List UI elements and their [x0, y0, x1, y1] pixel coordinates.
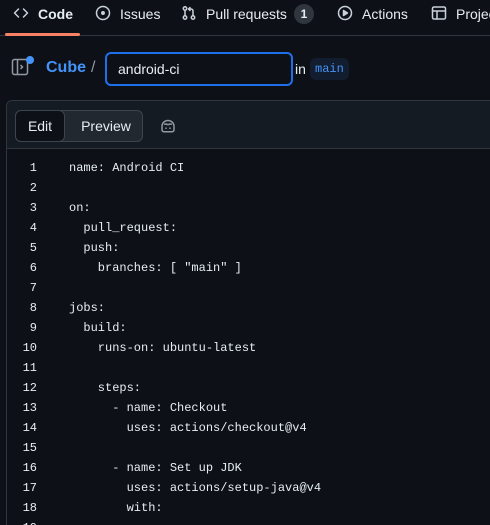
preview-tab-button[interactable]: Preview — [68, 111, 144, 141]
file-path-bar: Cube / in main — [0, 50, 490, 88]
line-text: runs-on: ubuntu-latest — [69, 341, 257, 355]
git-pull-request-icon — [181, 5, 197, 24]
tab-code-label: Code — [38, 6, 73, 22]
line-number: 14 — [22, 421, 37, 435]
code-line: 11 — [7, 358, 490, 378]
tab-actions[interactable]: Actions — [337, 0, 408, 28]
line-text: with: — [69, 501, 163, 515]
table-icon — [431, 5, 447, 24]
branch-badge: main — [310, 58, 349, 80]
line-text: - name: Set up JDK — [69, 461, 242, 475]
line-text: build: — [69, 321, 127, 335]
line-number: 10 — [22, 341, 37, 355]
code-area[interactable]: 1 name: Android CI 2 3 on: 4 pull_request: 5 p… — [7, 158, 490, 525]
code-line: 13 - name: Checkout — [7, 398, 490, 418]
line-number: 3 — [29, 201, 37, 215]
play-icon — [337, 5, 353, 24]
code-line: 4 pull_request: — [7, 218, 490, 238]
edit-preview-toggle: Edit Preview — [15, 110, 143, 142]
code-icon — [13, 5, 29, 24]
line-number: 2 — [29, 181, 37, 195]
tab-actions-label: Actions — [362, 6, 408, 22]
line-number: 6 — [29, 261, 37, 275]
code-line: 19 — [7, 518, 490, 525]
copilot-button[interactable] — [159, 117, 177, 135]
line-text: uses: actions/checkout@v4 — [69, 421, 307, 435]
filename-input[interactable] — [105, 52, 293, 86]
line-text: pull_request: — [69, 221, 178, 235]
repo-nav: Code Issues Pull requests 1 Actions Proj… — [0, 0, 490, 36]
line-text: push: — [69, 241, 120, 255]
code-line: 1 name: Android CI — [7, 158, 490, 178]
tab-pull-requests-label: Pull requests — [206, 6, 287, 22]
edit-tab-button[interactable]: Edit — [15, 110, 65, 142]
tab-projects[interactable]: Projec — [431, 0, 490, 28]
notification-dot — [26, 56, 34, 64]
path-separator: / — [91, 59, 96, 76]
line-number: 8 — [29, 301, 37, 315]
line-text: steps: — [69, 381, 142, 395]
code-line: 2 — [7, 178, 490, 198]
code-line: 10 runs-on: ubuntu-latest — [7, 338, 490, 358]
line-number: 15 — [22, 441, 37, 455]
line-number: 13 — [22, 401, 37, 415]
code-line: 8 jobs: — [7, 298, 490, 318]
code-line: 6 branches: [ "main" ] — [7, 258, 490, 278]
line-text: - name: Checkout — [69, 401, 228, 415]
sidebar-expand-icon — [11, 58, 29, 80]
line-text: name: Android CI — [69, 161, 185, 175]
code-line: 17 uses: actions/setup-java@v4 — [7, 478, 490, 498]
active-tab-indicator — [5, 33, 80, 36]
code-line: 18 with: — [7, 498, 490, 518]
code-line: 5 push: — [7, 238, 490, 258]
line-number: 19 — [7, 518, 37, 525]
issue-opened-icon — [95, 5, 111, 24]
code-line: 16 - name: Set up JDK — [7, 458, 490, 478]
line-number: 11 — [22, 361, 37, 375]
line-number: 16 — [22, 461, 37, 475]
tab-pull-requests[interactable]: Pull requests 1 — [181, 0, 314, 28]
editor-toolbar: Edit Preview — [7, 101, 490, 149]
pull-requests-count-badge: 1 — [293, 4, 314, 24]
line-number: 4 — [29, 221, 37, 235]
code-line: 3 on: — [7, 198, 490, 218]
code-line: 7 — [7, 278, 490, 298]
line-number: 12 — [22, 381, 37, 395]
tab-issues-label: Issues — [120, 6, 161, 22]
code-line: 9 build: — [7, 318, 490, 338]
line-number: 1 — [29, 161, 37, 175]
line-number: 9 — [29, 321, 37, 335]
copilot-icon — [159, 119, 177, 139]
toggle-file-tree-button[interactable] — [11, 56, 34, 80]
file-editor: Edit Preview 1 name: Android CI 2 3 on: 4 pul… — [6, 100, 490, 525]
line-number: 5 — [29, 241, 37, 255]
tab-issues[interactable]: Issues — [95, 0, 160, 28]
line-number: 17 — [22, 481, 37, 495]
code-line: 12 steps: — [7, 378, 490, 398]
line-text: jobs: — [69, 301, 106, 315]
line-text: uses: actions/setup-java@v4 — [69, 481, 322, 495]
code-line: 14 uses: actions/checkout@v4 — [7, 418, 490, 438]
tab-code[interactable]: Code — [13, 0, 73, 28]
tab-projects-label: Projec — [456, 6, 490, 22]
in-label: in — [295, 61, 306, 77]
repo-link[interactable]: Cube — [46, 59, 86, 77]
line-number: 7 — [29, 281, 37, 295]
line-number: 18 — [22, 501, 37, 515]
line-text: on: — [69, 201, 91, 215]
code-line: 15 — [7, 438, 490, 458]
line-text: branches: [ "main" ] — [69, 261, 242, 275]
